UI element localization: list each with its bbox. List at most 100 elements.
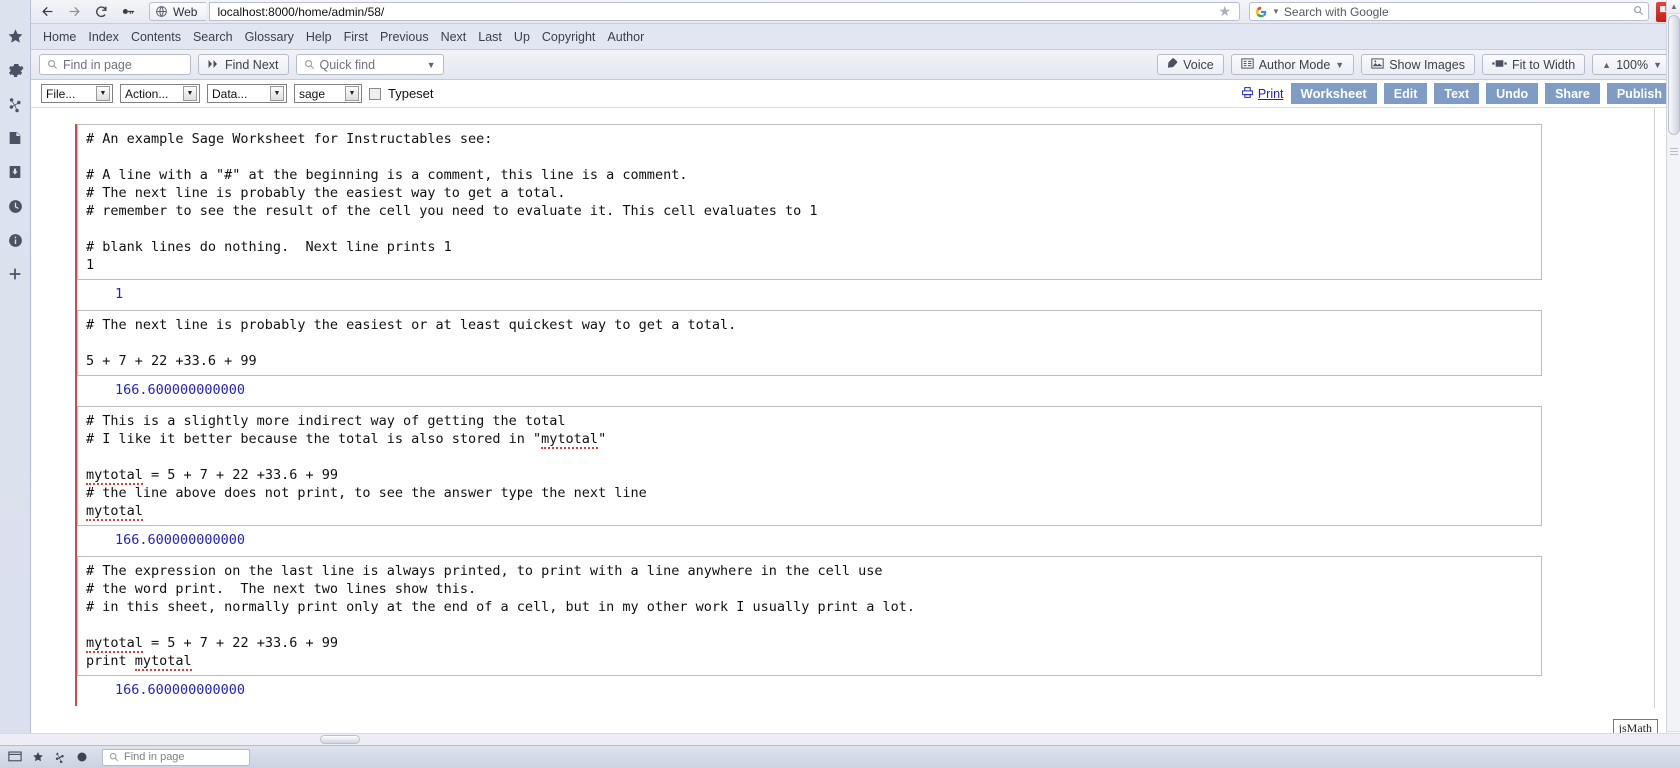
- chevron-down-icon[interactable]: ▼: [1335, 60, 1344, 70]
- search-input[interactable]: ▼ Search with Google: [1249, 2, 1649, 21]
- nav-link-glossary[interactable]: Glossary: [245, 30, 294, 44]
- hscrollbar-thumb[interactable]: [320, 735, 360, 744]
- reload-icon[interactable]: [89, 2, 113, 22]
- clock-icon[interactable]: [76, 751, 88, 763]
- show-images-button[interactable]: Show Images: [1361, 54, 1475, 75]
- horizontal-scrollbar[interactable]: [0, 733, 1680, 745]
- gear-icon[interactable]: [5, 60, 25, 80]
- chevron-down-icon[interactable]: ▼: [270, 86, 284, 101]
- scroll-up-arrow-icon[interactable]: ▲: [1667, 0, 1680, 14]
- nav-link-first[interactable]: First: [344, 30, 368, 44]
- voice-label: Voice: [1183, 57, 1214, 72]
- nav-link-index[interactable]: Index: [88, 30, 119, 44]
- nav-link-copyright[interactable]: Copyright: [542, 30, 596, 44]
- url-text: localhost:8000/home/admin/58/: [217, 4, 385, 19]
- search-icon[interactable]: [1633, 5, 1644, 19]
- quick-find-placeholder: Quick find: [319, 57, 376, 72]
- find-toolbar: Find in page Find Next Quick find ▼ Voic…: [31, 50, 1680, 80]
- chevron-down-icon[interactable]: ▼: [96, 86, 110, 101]
- cell-input[interactable]: # This is a slightly more indirect way o…: [77, 406, 1542, 526]
- misspelled-word: mytotal: [86, 467, 143, 485]
- cell-output: 166.600000000000: [115, 532, 246, 548]
- worksheet-button[interactable]: Worksheet: [1290, 83, 1377, 104]
- share-icon[interactable]: [5, 94, 25, 114]
- worksheet-cell: # This is a slightly more indirect way o…: [75, 406, 1666, 556]
- nav-link-home[interactable]: Home: [43, 30, 76, 44]
- worksheet-cell: # The next line is probably the easiest …: [75, 310, 1666, 406]
- data-menu-label: Data...: [212, 86, 248, 101]
- left-sidebar: [0, 0, 31, 745]
- author-mode-label: Author Mode: [1258, 57, 1331, 72]
- chevron-down-icon[interactable]: ▼: [427, 60, 436, 70]
- find-next-button[interactable]: Find Next: [198, 54, 289, 75]
- show-images-label: Show Images: [1389, 57, 1465, 72]
- clock-icon[interactable]: [5, 196, 25, 216]
- chevron-down-icon[interactable]: ▼: [1653, 60, 1662, 70]
- star-icon[interactable]: [5, 26, 25, 46]
- system-select[interactable]: sage ▼: [294, 84, 362, 103]
- note-icon[interactable]: [5, 128, 25, 148]
- share-icon[interactable]: [54, 751, 66, 763]
- vertical-scrollbar[interactable]: ▲ ▼: [1666, 0, 1680, 745]
- undo-button[interactable]: Undo: [1486, 83, 1539, 104]
- quick-find-dropdown[interactable]: Quick find ▼: [295, 54, 444, 75]
- voice-button[interactable]: Voice: [1157, 54, 1224, 75]
- worksheet-area: # An example Sage Worksheet for Instruct…: [31, 108, 1666, 708]
- web-scheme-chip[interactable]: Web: [149, 2, 207, 21]
- find-in-page-input[interactable]: Find in page: [39, 54, 191, 75]
- find-in-page-placeholder: Find in page: [63, 57, 132, 72]
- chevron-up-icon[interactable]: ▲: [1602, 60, 1611, 70]
- print-link[interactable]: Print: [1241, 86, 1284, 102]
- scrollbar-thumb[interactable]: [1668, 15, 1680, 135]
- publish-button[interactable]: Publish: [1606, 83, 1672, 104]
- share-button[interactable]: Share: [1545, 83, 1600, 104]
- cell-input[interactable]: # The expression on the last line is alw…: [77, 556, 1542, 676]
- author-mode-dropdown[interactable]: Author Mode ▼: [1230, 54, 1355, 75]
- arrow-right-icon[interactable]: [62, 2, 86, 22]
- cell-output: 166.600000000000: [115, 682, 246, 698]
- download-icon[interactable]: [5, 162, 25, 182]
- info-icon[interactable]: [5, 230, 25, 250]
- address-bar[interactable]: localhost:8000/home/admin/58/ ★: [209, 2, 1240, 21]
- arrow-left-icon[interactable]: [35, 2, 59, 22]
- nav-link-help[interactable]: Help: [306, 30, 332, 44]
- bookmark-star-icon[interactable]: ★: [1214, 3, 1235, 20]
- nav-link-previous[interactable]: Previous: [380, 30, 429, 44]
- fit-to-width-button[interactable]: Fit to Width: [1481, 54, 1586, 75]
- plus-icon[interactable]: [5, 264, 25, 284]
- google-icon: [1254, 5, 1268, 19]
- cell-input[interactable]: # An example Sage Worksheet for Instruct…: [77, 124, 1542, 280]
- nav-link-last[interactable]: Last: [478, 30, 502, 44]
- taskbar-find-input[interactable]: Find in page: [102, 748, 250, 766]
- worksheet-cell: # An example Sage Worksheet for Instruct…: [75, 124, 1666, 310]
- web-chip-label: Web: [173, 4, 198, 19]
- data-menu-select[interactable]: Data... ▼: [207, 84, 287, 103]
- file-menu-label: File...: [46, 86, 76, 101]
- nav-link-author[interactable]: Author: [607, 30, 644, 44]
- key-icon[interactable]: [116, 2, 140, 22]
- zoom-level-dropdown[interactable]: ▲ 100% ▼: [1592, 54, 1672, 75]
- nav-link-contents[interactable]: Contents: [131, 30, 181, 44]
- typeset-checkbox[interactable]: [369, 87, 381, 100]
- find-next-icon: [208, 58, 220, 72]
- window-icon[interactable]: [8, 751, 22, 763]
- cell-marker: [75, 124, 77, 310]
- star-icon[interactable]: [32, 751, 44, 763]
- search-engine-chevron-icon[interactable]: ▼: [1272, 7, 1280, 16]
- print-label: Print: [1257, 86, 1284, 101]
- action-menu-select[interactable]: Action... ▼: [120, 84, 200, 103]
- chevron-down-icon[interactable]: ▼: [183, 86, 197, 101]
- nav-link-search[interactable]: Search: [193, 30, 233, 44]
- file-menu-select[interactable]: File... ▼: [41, 84, 113, 103]
- nav-link-next[interactable]: Next: [441, 30, 467, 44]
- scrollbar-grip: [1670, 148, 1678, 155]
- image-icon: [1371, 57, 1384, 72]
- author-mode-icon: [1241, 57, 1254, 72]
- nav-link-up[interactable]: Up: [514, 30, 530, 44]
- cell-input[interactable]: # The next line is probably the easiest …: [77, 310, 1542, 376]
- text-button[interactable]: Text: [1434, 83, 1480, 104]
- misspelled-word: mytotal: [86, 635, 143, 653]
- misspelled-word: mytotal: [541, 431, 599, 449]
- edit-button[interactable]: Edit: [1383, 83, 1428, 104]
- chevron-down-icon[interactable]: ▼: [345, 86, 359, 101]
